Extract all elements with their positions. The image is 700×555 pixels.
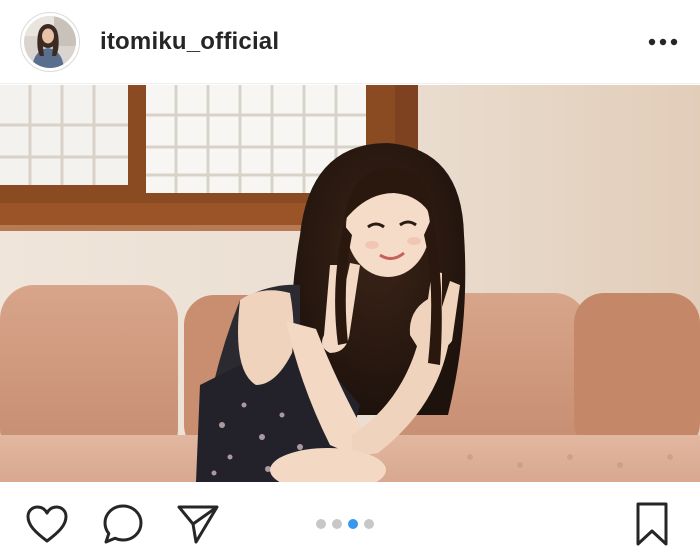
post-header: itomiku_official — [0, 0, 700, 84]
like-button[interactable] — [24, 501, 70, 547]
carousel-indicator — [316, 519, 374, 529]
photo-illustration — [0, 85, 700, 482]
bookmark-icon — [636, 502, 668, 546]
save-button[interactable] — [629, 501, 675, 547]
carousel-dot — [348, 519, 358, 529]
carousel-dot — [316, 519, 326, 529]
comment-button[interactable] — [100, 501, 146, 547]
avatar[interactable] — [24, 15, 76, 68]
avatar-ring[interactable] — [20, 11, 80, 72]
username-link[interactable]: itomiku_official — [100, 28, 279, 56]
carousel-dot — [332, 519, 342, 529]
paper-plane-icon — [177, 505, 219, 544]
carousel-dot — [364, 519, 374, 529]
instagram-post: itomiku_official — [0, 0, 700, 555]
comment-icon — [103, 504, 143, 544]
post-photo[interactable] — [0, 85, 700, 482]
more-dots-icon — [648, 38, 678, 45]
share-button[interactable] — [175, 501, 221, 547]
more-options-button[interactable] — [646, 25, 680, 59]
action-bar — [0, 482, 700, 555]
heart-icon — [26, 505, 68, 543]
